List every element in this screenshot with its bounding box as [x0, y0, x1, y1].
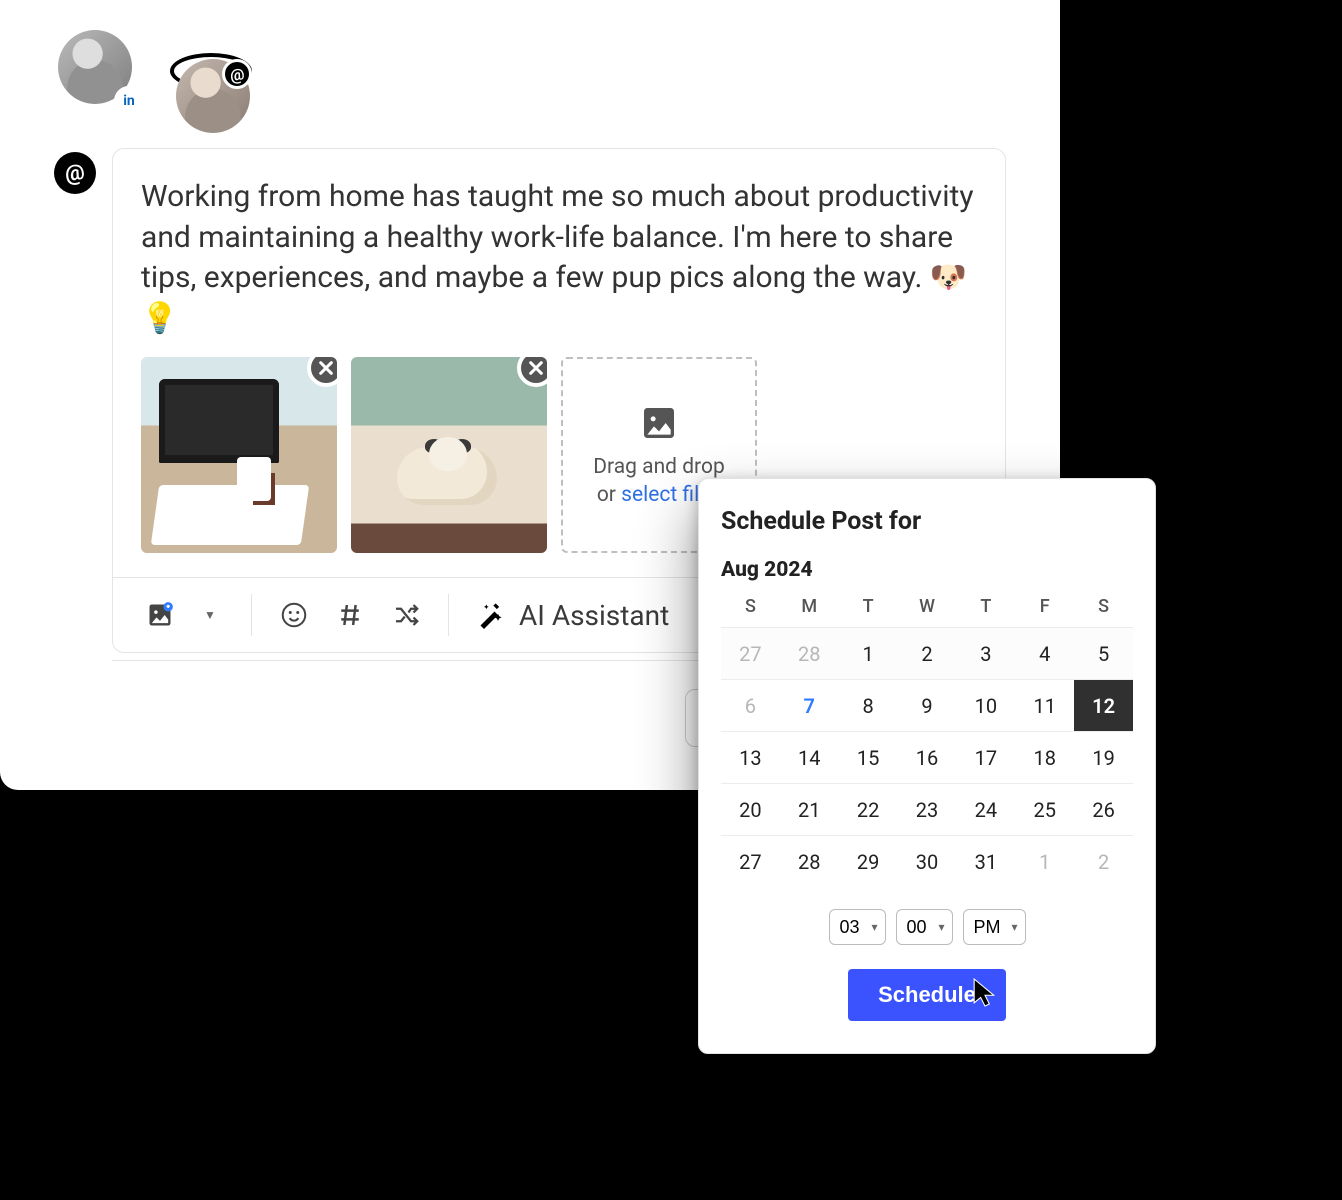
toolbar-divider: [251, 594, 252, 636]
attachment-1[interactable]: [141, 357, 337, 553]
shuffle-button[interactable]: [382, 591, 430, 639]
calendar-day[interactable]: 21: [780, 783, 839, 835]
ai-assistant-button[interactable]: AI Assistant: [467, 599, 679, 632]
schedule-button[interactable]: Schedule: [848, 969, 1006, 1021]
remove-attachment-1[interactable]: [307, 357, 337, 387]
calendar-month-label: Aug 2024: [721, 558, 1133, 582]
schedule-title: Schedule Post for: [721, 507, 1133, 536]
account-avatars: in @: [58, 30, 252, 112]
calendar-day[interactable]: 12: [1074, 679, 1133, 731]
calendar-day[interactable]: 30: [898, 835, 957, 887]
calendar-day[interactable]: 6: [721, 679, 780, 731]
calendar-day[interactable]: 5: [1074, 627, 1133, 679]
hour-select[interactable]: 03: [829, 909, 886, 945]
linkedin-badge-icon: in: [114, 86, 144, 116]
ai-assistant-label: AI Assistant: [519, 599, 669, 632]
calendar-day[interactable]: 28: [780, 627, 839, 679]
calendar-day[interactable]: 10: [956, 679, 1015, 731]
calendar-dow: S: [721, 590, 780, 627]
schedule-popover: Schedule Post for Aug 2024 SMTWTFS272812…: [698, 478, 1156, 1054]
image-icon: [639, 403, 679, 443]
calendar-day[interactable]: 1: [839, 627, 898, 679]
remove-attachment-2[interactable]: [517, 357, 547, 387]
calendar-dow: T: [956, 590, 1015, 627]
calendar-day[interactable]: 15: [839, 731, 898, 783]
calendar-day[interactable]: 4: [1015, 627, 1074, 679]
calendar-day[interactable]: 8: [839, 679, 898, 731]
calendar-day[interactable]: 24: [956, 783, 1015, 835]
shuffle-icon: [391, 600, 421, 630]
meridiem-select[interactable]: PM: [963, 909, 1026, 945]
calendar-day[interactable]: 14: [780, 731, 839, 783]
add-image-button[interactable]: [136, 591, 184, 639]
calendar-day[interactable]: 28: [780, 835, 839, 887]
account-linkedin[interactable]: in: [58, 30, 140, 112]
calendar-grid: SMTWTFS272812345678910111213141516171819…: [721, 590, 1133, 887]
calendar-dow: S: [1074, 590, 1133, 627]
minute-select[interactable]: 00: [896, 909, 953, 945]
calendar-day[interactable]: 9: [898, 679, 957, 731]
add-image-caret[interactable]: ▼: [184, 591, 232, 639]
calendar-day[interactable]: 11: [1015, 679, 1074, 731]
calendar-dow: T: [839, 590, 898, 627]
composer-text[interactable]: Working from home has taught me so much …: [113, 149, 1005, 357]
dropzone-line1: Drag and drop: [593, 455, 725, 479]
calendar-dow: M: [780, 590, 839, 627]
account-threads[interactable]: @: [170, 53, 252, 89]
image-plus-icon: [146, 601, 174, 629]
calendar-day[interactable]: 2: [898, 627, 957, 679]
threads-platform-icon: @: [54, 152, 96, 194]
time-row: 03 00 PM: [721, 909, 1133, 945]
calendar-day[interactable]: 27: [721, 835, 780, 887]
calendar-day[interactable]: 19: [1074, 731, 1133, 783]
magic-wand-icon: [477, 601, 505, 629]
calendar-day[interactable]: 20: [721, 783, 780, 835]
calendar-day[interactable]: 22: [839, 783, 898, 835]
calendar-day[interactable]: 26: [1074, 783, 1133, 835]
calendar-day[interactable]: 13: [721, 731, 780, 783]
hashtag-button[interactable]: [326, 591, 374, 639]
calendar-day[interactable]: 18: [1015, 731, 1074, 783]
emoji-button[interactable]: [270, 591, 318, 639]
calendar-day[interactable]: 17: [956, 731, 1015, 783]
chevron-down-icon: ▼: [204, 608, 216, 622]
calendar-day[interactable]: 27: [721, 627, 780, 679]
calendar-day[interactable]: 29: [839, 835, 898, 887]
emoji-icon: [279, 600, 309, 630]
calendar-dow: F: [1015, 590, 1074, 627]
calendar-day[interactable]: 16: [898, 731, 957, 783]
threads-badge-text: @: [229, 64, 246, 85]
hashtag-icon: [335, 600, 365, 630]
calendar-day[interactable]: 1: [1015, 835, 1074, 887]
calendar-day[interactable]: 25: [1015, 783, 1074, 835]
calendar-day[interactable]: 7: [780, 679, 839, 731]
calendar-day[interactable]: 23: [898, 783, 957, 835]
linkedin-badge-text: in: [123, 93, 135, 109]
calendar-day[interactable]: 2: [1074, 835, 1133, 887]
calendar-day[interactable]: 3: [956, 627, 1015, 679]
attachment-2[interactable]: [351, 357, 547, 553]
toolbar-divider: [448, 594, 449, 636]
calendar-day[interactable]: 31: [956, 835, 1015, 887]
threads-badge-icon: @: [222, 59, 252, 89]
calendar-dow: W: [898, 590, 957, 627]
